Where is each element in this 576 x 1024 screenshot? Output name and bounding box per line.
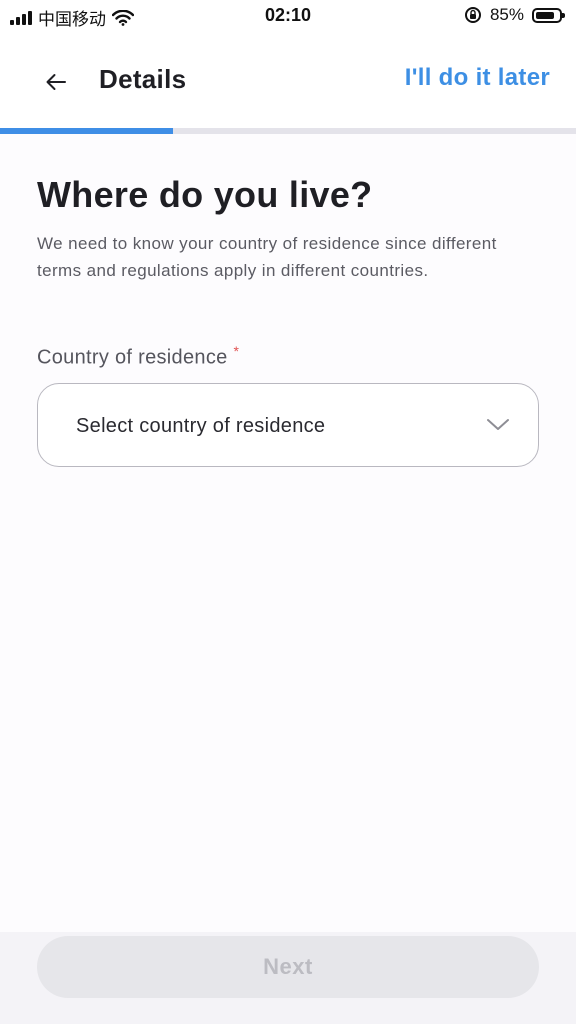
chevron-down-icon [487, 419, 509, 430]
country-field-label: Country of residence * [37, 343, 239, 370]
back-button[interactable] [36, 62, 76, 102]
country-select[interactable]: Select country of residence [37, 383, 539, 467]
battery-icon [532, 7, 565, 23]
rotation-lock-icon [464, 7, 481, 23]
question-heading: Where do you live? [37, 174, 373, 215]
top-app-bar: Details I'll do it later [0, 34, 576, 128]
question-description: We need to know your country of residenc… [37, 234, 497, 280]
status-right: 85% [464, 5, 565, 25]
arrow-left-icon [46, 74, 66, 90]
bottom-action-bar: Next [0, 932, 576, 1024]
progress-bar [0, 128, 576, 134]
battery-fill [536, 11, 555, 19]
required-indicator: * [233, 343, 240, 359]
skip-for-later-button[interactable]: I'll do it later [405, 64, 550, 92]
page-title: Details [99, 64, 187, 94]
status-bar: 中国移动 02:10 85% [0, 0, 576, 34]
country-field-label-text: Country of residence [37, 346, 228, 369]
battery-percent: 85% [489, 5, 524, 24]
country-select-placeholder: Select country of residence [76, 415, 326, 437]
next-button[interactable]: Next [37, 936, 539, 998]
progress-fill [0, 128, 173, 134]
